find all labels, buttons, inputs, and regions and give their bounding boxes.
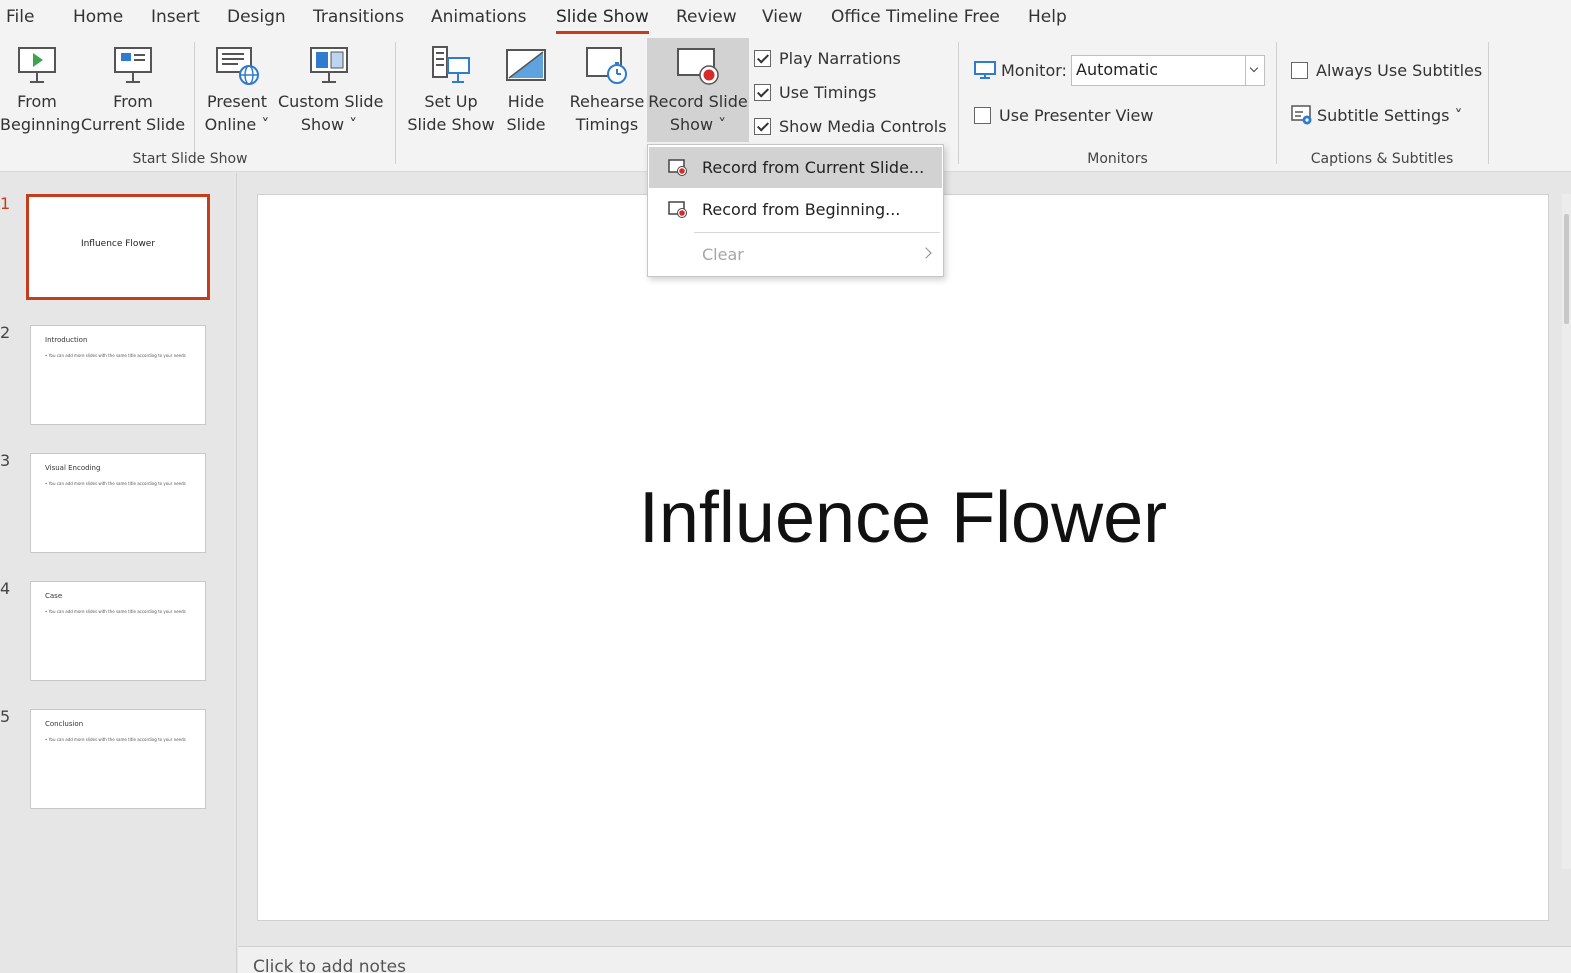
slide-title[interactable]: Influence Flower: [258, 477, 1548, 559]
tab-slide-show[interactable]: Slide Show: [556, 6, 649, 34]
record-icon: [668, 159, 687, 176]
use-timings-checkbox[interactable]: Use Timings: [754, 83, 876, 102]
custom-slide-show-button[interactable]: Custom Slide Show ˅: [278, 38, 383, 142]
menu-separator: [694, 232, 940, 233]
slide-thumbnail-2[interactable]: Introduction • You can add more slides w…: [30, 325, 206, 425]
tab-insert[interactable]: Insert: [151, 6, 200, 28]
slide-number: 3: [0, 451, 11, 470]
tab-transitions[interactable]: Transitions: [313, 6, 404, 28]
slide-thumbnail-pane: 1 Influence Flower 2 Introduction • You …: [0, 173, 237, 973]
checkbox-box[interactable]: [754, 50, 771, 67]
use-presenter-view-checkbox[interactable]: Use Presenter View: [974, 106, 1153, 125]
ribbon-separator: [1488, 42, 1489, 164]
from-current-slide-button[interactable]: From Current Slide: [80, 38, 186, 142]
slide-thumbnail-4[interactable]: Case • You can add more slides with the …: [30, 581, 206, 681]
tab-file[interactable]: File: [6, 6, 34, 28]
menu-item-clear[interactable]: Clear: [649, 234, 942, 275]
group-label-monitors: Monitors: [1087, 151, 1148, 167]
tab-design[interactable]: Design: [227, 6, 286, 28]
slide-number: 5: [0, 707, 11, 726]
show-media-controls-checkbox[interactable]: Show Media Controls: [754, 117, 947, 136]
projector-play-icon: [18, 47, 56, 83]
menu-item-record-from-current[interactable]: Record from Current Slide...: [649, 147, 942, 188]
tab-animations[interactable]: Animations: [431, 6, 527, 28]
checkbox-box[interactable]: [974, 107, 991, 124]
tab-help[interactable]: Help: [1028, 6, 1067, 28]
ribbon-separator: [958, 42, 959, 164]
notes-placeholder: Click to add notes: [253, 957, 406, 973]
vertical-scrollbar[interactable]: [1562, 194, 1571, 869]
monitor-icon: [974, 61, 996, 79]
ribbon-separator: [194, 42, 195, 164]
rehearse-timer-icon: [586, 47, 627, 84]
chevron-right-icon: [920, 247, 932, 259]
group-label-captions: Captions & Subtitles: [1310, 151, 1454, 167]
tab-view[interactable]: View: [762, 6, 802, 28]
checkbox-box[interactable]: [754, 84, 771, 101]
subtitle-settings-button[interactable]: Subtitle Settings ˅: [1291, 104, 1463, 126]
chevron-down-icon[interactable]: [1245, 56, 1264, 85]
slide-thumbnail-5[interactable]: Conclusion • You can add more slides wit…: [30, 709, 206, 809]
record-icon: [677, 48, 719, 85]
slide-thumbnail-1[interactable]: Influence Flower: [26, 194, 210, 300]
always-use-subtitles-checkbox[interactable]: Always Use Subtitles: [1291, 61, 1482, 80]
slide-number: 2: [0, 323, 11, 342]
slide-number: 4: [0, 579, 11, 598]
scrollbar-thumb[interactable]: [1564, 214, 1569, 324]
monitor-select[interactable]: Automatic: [1071, 55, 1265, 86]
ribbon-tab-bar: File Home Insert Design Transitions Anim…: [0, 0, 1571, 38]
slide-number: 1: [0, 194, 11, 213]
monitor-label: Monitor:: [974, 60, 1067, 80]
tab-home[interactable]: Home: [73, 6, 123, 28]
set-up-slide-show-button[interactable]: Set Up Slide Show: [405, 38, 497, 142]
record-slide-show-button[interactable]: Record Slide Show ˅: [647, 38, 749, 142]
checkbox-box[interactable]: [1291, 62, 1308, 79]
group-label-start-slide-show: Start Slide Show: [132, 151, 248, 167]
tab-review[interactable]: Review: [676, 6, 737, 28]
record-icon: [668, 201, 687, 218]
checkbox-box[interactable]: [754, 118, 771, 135]
ribbon-separator: [1276, 42, 1277, 164]
tab-office-timeline[interactable]: Office Timeline Free: [831, 6, 1000, 28]
from-beginning-button[interactable]: From Beginning: [0, 38, 80, 142]
hide-slide-button[interactable]: Hide Slide: [501, 38, 551, 142]
record-dropdown-menu: Record from Current Slide... Record from…: [647, 144, 944, 277]
projector-current-icon: [114, 47, 152, 83]
hide-slide-icon: [506, 49, 546, 81]
menu-item-record-from-beginning[interactable]: Record from Beginning...: [649, 189, 942, 230]
subtitle-settings-icon: [1291, 105, 1312, 125]
present-online-icon: [216, 47, 259, 85]
slide-canvas[interactable]: Influence Flower: [257, 194, 1549, 921]
notes-pane[interactable]: Click to add notes: [238, 946, 1571, 973]
ribbon-separator: [395, 42, 396, 164]
play-narrations-checkbox[interactable]: Play Narrations: [754, 49, 901, 68]
slide-thumbnail-3[interactable]: Visual Encoding • You can add more slide…: [30, 453, 206, 553]
present-online-button[interactable]: Present Online ˅: [200, 38, 274, 142]
rehearse-timings-button[interactable]: Rehearse Timings: [568, 38, 646, 142]
setup-show-icon: [432, 46, 470, 83]
custom-show-icon: [310, 47, 348, 83]
